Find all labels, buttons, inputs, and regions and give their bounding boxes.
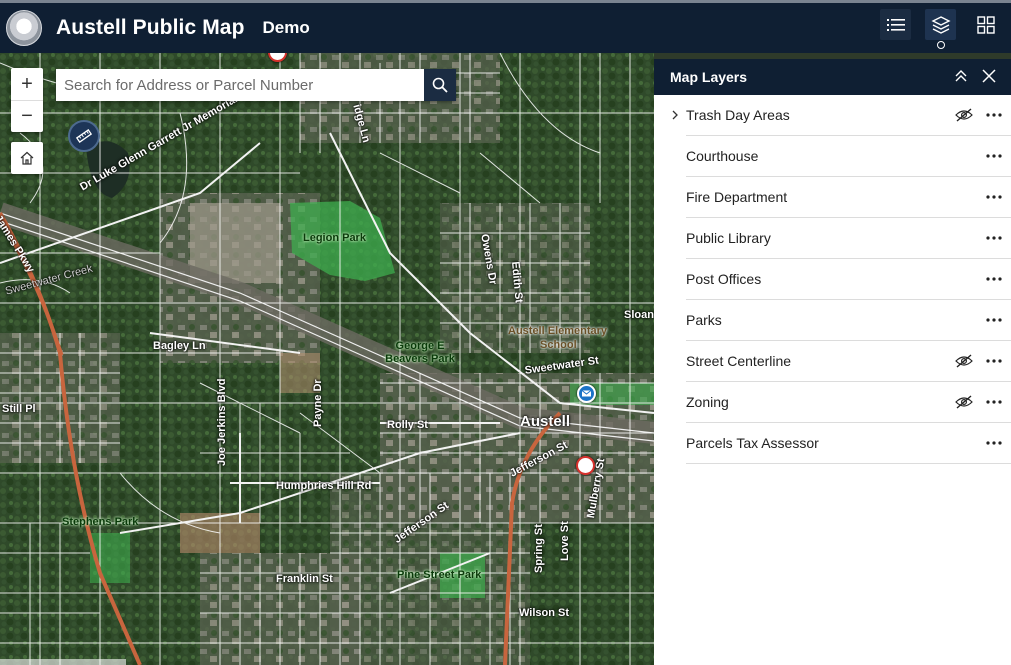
- more-options-icon[interactable]: [985, 189, 1003, 205]
- layer-label: Post Offices: [686, 271, 762, 287]
- label-still-pl: Still Pl: [2, 403, 36, 415]
- zoom-in-button[interactable]: +: [11, 68, 43, 100]
- eye-off-icon[interactable]: [955, 354, 973, 368]
- more-options-icon[interactable]: [985, 435, 1003, 451]
- layers-button[interactable]: [925, 9, 956, 49]
- label-bagley-ln: Bagley Ln: [153, 340, 206, 352]
- more-options-icon[interactable]: [985, 107, 1003, 123]
- label-school: School: [540, 339, 577, 351]
- home-icon: [20, 151, 34, 165]
- panel-title: Map Layers: [670, 69, 748, 85]
- search-widget: [56, 69, 456, 101]
- more-options-icon[interactable]: [985, 148, 1003, 164]
- layer-label: Parks: [686, 312, 722, 328]
- label-humphries-hill-rd: Humphries Hill Rd: [276, 480, 372, 492]
- app-subtitle: Demo: [262, 18, 310, 37]
- label-austell: Austell: [520, 413, 571, 430]
- layer-label: Parcels Tax Assessor: [686, 435, 819, 451]
- search-icon: [432, 77, 448, 93]
- label-george-beavers-park: George E Beavers Park: [385, 340, 455, 365]
- layer-item[interactable]: Street Centerline: [686, 341, 1011, 382]
- zoom-control: + −: [11, 68, 43, 132]
- label-wilson-st: Wilson St: [519, 607, 570, 619]
- layer-item[interactable]: Courthouse: [686, 136, 1011, 177]
- layer-label: Zoning: [686, 394, 729, 410]
- ruler-icon: [75, 129, 93, 143]
- close-icon[interactable]: [981, 68, 997, 84]
- more-options-icon[interactable]: [985, 353, 1003, 369]
- panel-header: Map Layers: [654, 59, 1011, 95]
- mail-icon: [581, 390, 592, 397]
- legend-button[interactable]: [880, 9, 911, 40]
- label-legion-park: Legion Park: [303, 232, 366, 244]
- fire-department-marker[interactable]: [576, 456, 595, 475]
- eye-off-icon[interactable]: [955, 395, 973, 409]
- grid-icon: [976, 15, 995, 34]
- layer-label: Street Centerline: [686, 353, 792, 369]
- layer-item[interactable]: Parcels Tax Assessor: [686, 423, 1011, 464]
- map-view[interactable]: Legion Park Dr Luke Glenn Garrett Jr Mem…: [0, 53, 654, 665]
- layer-label: Trash Day Areas: [686, 107, 790, 123]
- label-stephens-park: Stephens Park: [62, 516, 139, 528]
- more-options-icon[interactable]: [985, 312, 1003, 328]
- city-seal-logo: [6, 10, 42, 46]
- label-franklin-st: Franklin St: [276, 573, 333, 585]
- app-header: Austell Public Map Demo: [0, 0, 1011, 53]
- label-love-st: Love St: [559, 521, 571, 561]
- layer-item[interactable]: Post Offices: [686, 259, 1011, 300]
- eye-off-icon[interactable]: [955, 108, 973, 122]
- layer-label: Fire Department: [686, 189, 788, 205]
- layer-item[interactable]: Zoning: [686, 382, 1011, 423]
- zoom-out-button[interactable]: −: [11, 100, 43, 132]
- label-spring-st: Spring St: [533, 524, 545, 573]
- basemap-gallery-button[interactable]: [970, 9, 1001, 40]
- label-rolly-st: Rolly St: [387, 419, 428, 431]
- collapse-icon[interactable]: [953, 68, 969, 84]
- list-icon: [886, 18, 905, 31]
- label-austell-elementary: Austell Elementary: [508, 325, 608, 337]
- label-joe-jerkins-blvd: Joe Jerkins Blvd: [216, 378, 228, 466]
- layers-icon: [930, 15, 951, 34]
- more-options-icon[interactable]: [985, 271, 1003, 287]
- layer-item[interactable]: Public Library: [686, 218, 1011, 259]
- post-office-marker[interactable]: [577, 384, 596, 403]
- label-sloan: Sloan: [624, 309, 654, 321]
- map-layers-panel: Map Layers Trash Day Areas Courthouse Fi…: [654, 59, 1011, 665]
- app-title: Austell Public Map: [56, 16, 245, 39]
- layer-list: Trash Day Areas Courthouse Fire Departme…: [654, 95, 1011, 464]
- measure-button[interactable]: [68, 120, 100, 152]
- search-button[interactable]: [424, 69, 456, 101]
- layer-item[interactable]: Trash Day Areas: [672, 95, 1011, 136]
- layer-label: Public Library: [686, 230, 771, 246]
- label-payne-dr: Payne Dr: [312, 379, 324, 427]
- layer-item[interactable]: Parks: [686, 300, 1011, 341]
- home-button[interactable]: [11, 142, 43, 174]
- layer-item[interactable]: Fire Department: [686, 177, 1011, 218]
- more-options-icon[interactable]: [985, 394, 1003, 410]
- layer-label: Courthouse: [686, 148, 759, 164]
- label-pine-street-park: Pine Street Park: [397, 569, 482, 581]
- search-input[interactable]: [56, 69, 424, 101]
- chevron-right-icon[interactable]: [669, 108, 681, 122]
- more-options-icon[interactable]: [985, 230, 1003, 246]
